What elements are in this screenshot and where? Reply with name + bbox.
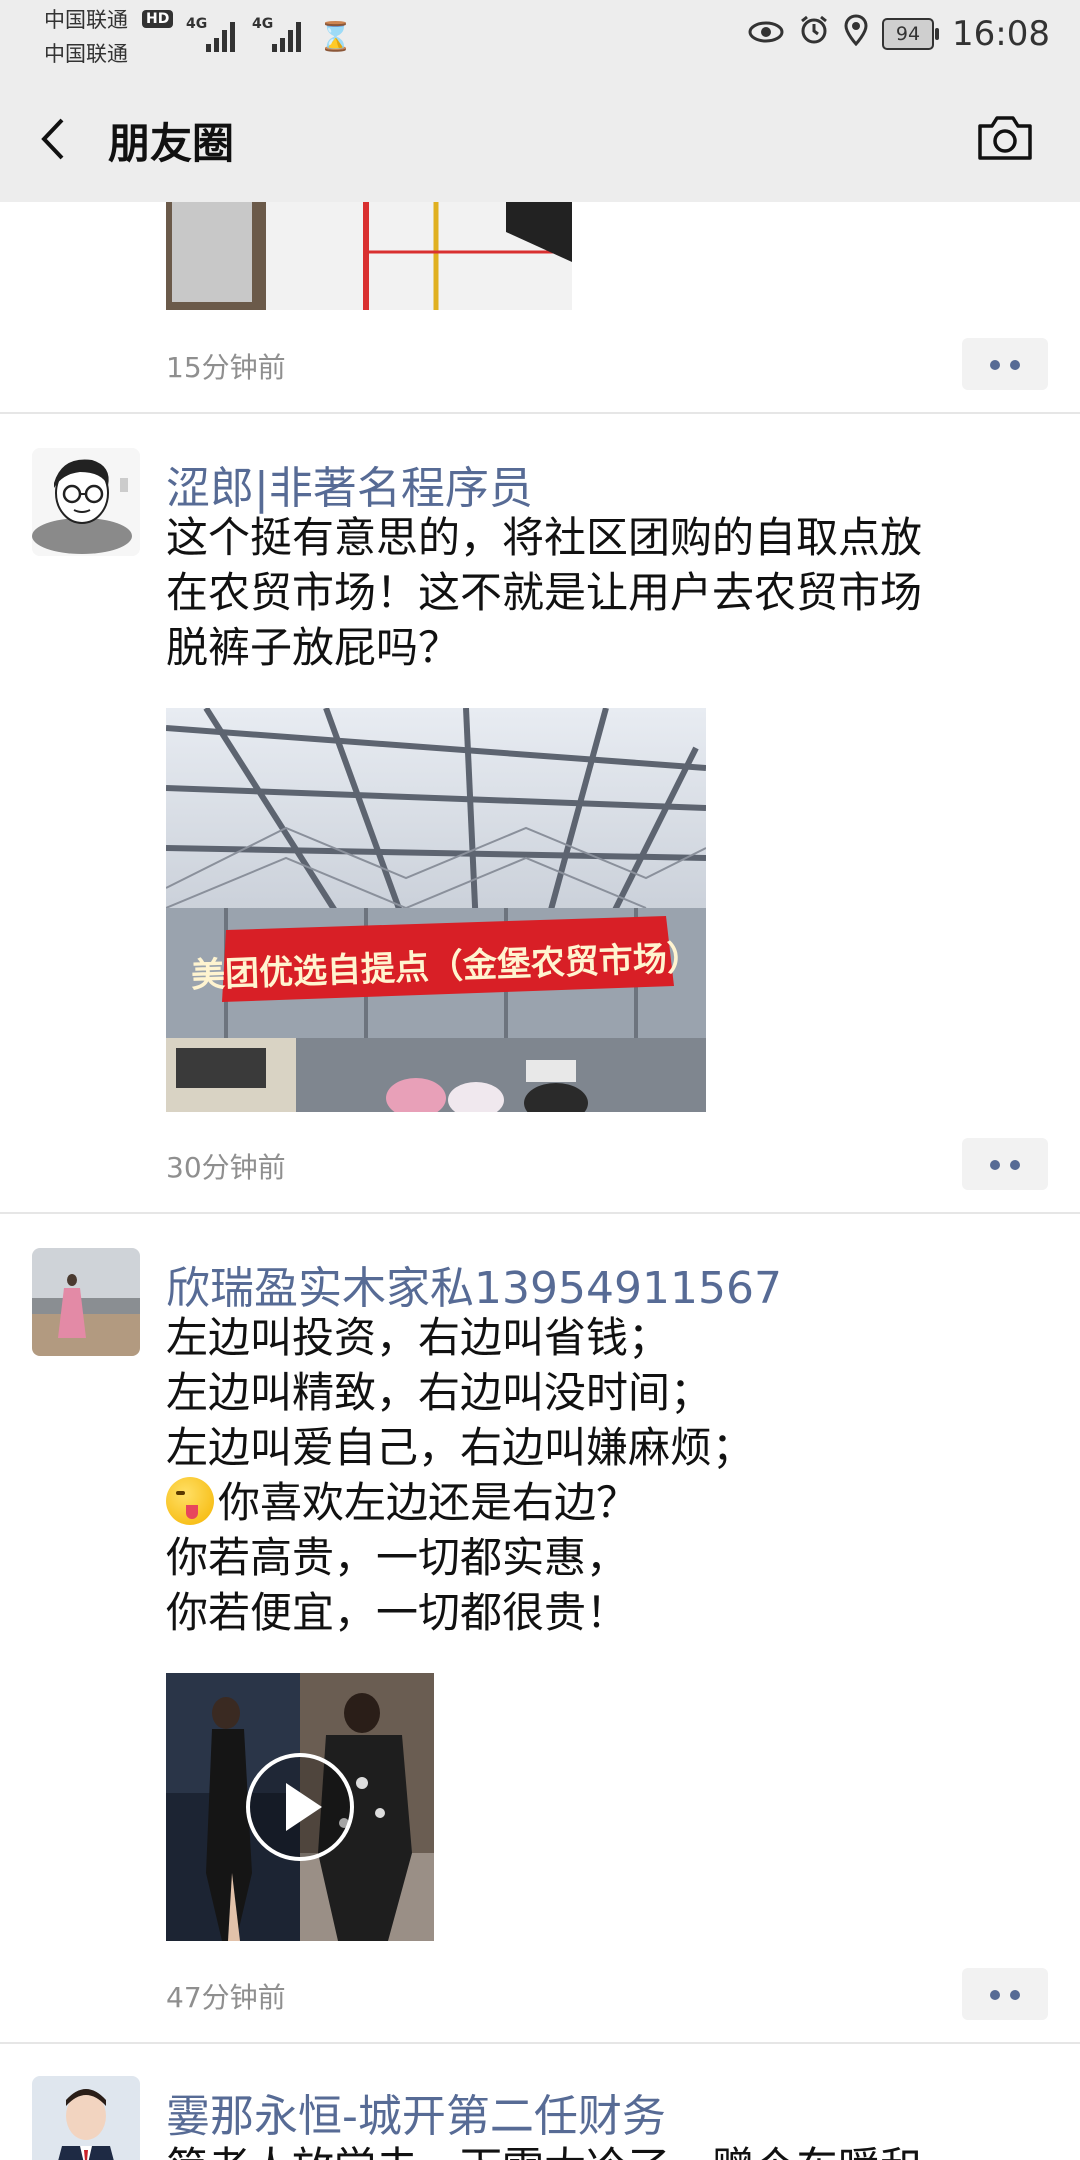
location-icon (844, 14, 868, 54)
chevron-left-icon[interactable] (34, 114, 74, 164)
more-options-button[interactable] (962, 338, 1048, 390)
post-timestamp: 30分钟前 (166, 1151, 286, 1184)
clock-time: 16:08 (952, 14, 1050, 54)
hd-badge: HD (142, 10, 174, 28)
more-options-button[interactable] (962, 1968, 1048, 2020)
post-photo[interactable] (166, 202, 572, 310)
alarm-icon (798, 14, 830, 54)
avatar[interactable] (32, 448, 140, 556)
moment-post: 涩郎|非著名程序员 这个挺有意思的，将社区团购的自取点放 在农贸市场！这不就是让… (0, 414, 1080, 1214)
moment-post: 15分钟前 (0, 202, 1080, 414)
avatar[interactable] (32, 1248, 140, 1356)
post-text-line: 你喜欢左边还是右边？ (218, 1478, 639, 1527)
moment-post: 欣瑞盈实木家私13954911567 左边叫投资，右边叫省钱； 左边叫精致，右边… (0, 1214, 1080, 2044)
post-text-line: 左边叫爱自己，右边叫嫌麻烦； (166, 1423, 755, 1472)
nav-bar: 朋友圈 (0, 72, 1080, 202)
winking-tongue-emoji-icon (166, 1477, 214, 1525)
moment-post: 霎那永恒-城开第二任财务 简老人放学去，下雪太冷了，赠个车暖和 (0, 2044, 1080, 2160)
avatar[interactable] (32, 2076, 140, 2160)
post-username[interactable]: 霎那永恒-城开第二任财务 (166, 2080, 666, 2144)
carrier-label-2: 中国联通 (44, 42, 128, 66)
post-video-thumbnail[interactable] (166, 1673, 434, 1941)
page-title: 朋友圈 (108, 119, 235, 168)
status-bar: 中国联通 中国联通 HD 4G 4G ⌛ 94 16:08 (0, 0, 1080, 72)
post-username[interactable]: 涩郎|非著名程序员 (166, 452, 533, 516)
eye-icon (748, 17, 784, 52)
post-timestamp: 15分钟前 (166, 351, 286, 384)
post-timestamp: 47分钟前 (166, 1981, 286, 2014)
camera-icon[interactable] (976, 112, 1034, 162)
more-options-button[interactable] (962, 1138, 1048, 1190)
post-text: 简老人放学去，下雪太冷了，赠个车暖和 (166, 2140, 1026, 2160)
post-text-line: 左边叫投资，右边叫省钱； (166, 1313, 671, 1362)
hourglass-icon: ⌛ (318, 20, 353, 53)
battery-indicator: 94 (882, 18, 940, 50)
post-username[interactable]: 欣瑞盈实木家私13954911567 (166, 1252, 782, 1316)
post-text: 这个挺有意思的，将社区团购的自取点放 在农贸市场！这不就是让用户去农贸市场 脱裤… (166, 513, 923, 672)
post-text: 左边叫投资，右边叫省钱； 左边叫精致，右边叫没时间； 左边叫爱自己，右边叫嫌麻烦… (166, 1310, 1026, 1640)
carrier-label-1: 中国联通 (44, 8, 128, 32)
post-text-line: 你若便宜，一切都很贵！ (166, 1588, 629, 1637)
post-text-line: 左边叫精致，右边叫没时间； (166, 1368, 713, 1417)
moments-feed[interactable]: 15分钟前 涩郎|非著名程序员 这个挺有意思的，将社区团购的自取点放 在农贸市场… (0, 202, 1080, 2160)
network-label-2: 4G (252, 16, 274, 32)
network-label-1: 4G (186, 16, 208, 32)
post-photo[interactable]: 美团优选自提点（金堡农贸市场） (166, 708, 706, 1112)
post-text-line: 你若高贵，一切都实惠， (166, 1533, 629, 1582)
